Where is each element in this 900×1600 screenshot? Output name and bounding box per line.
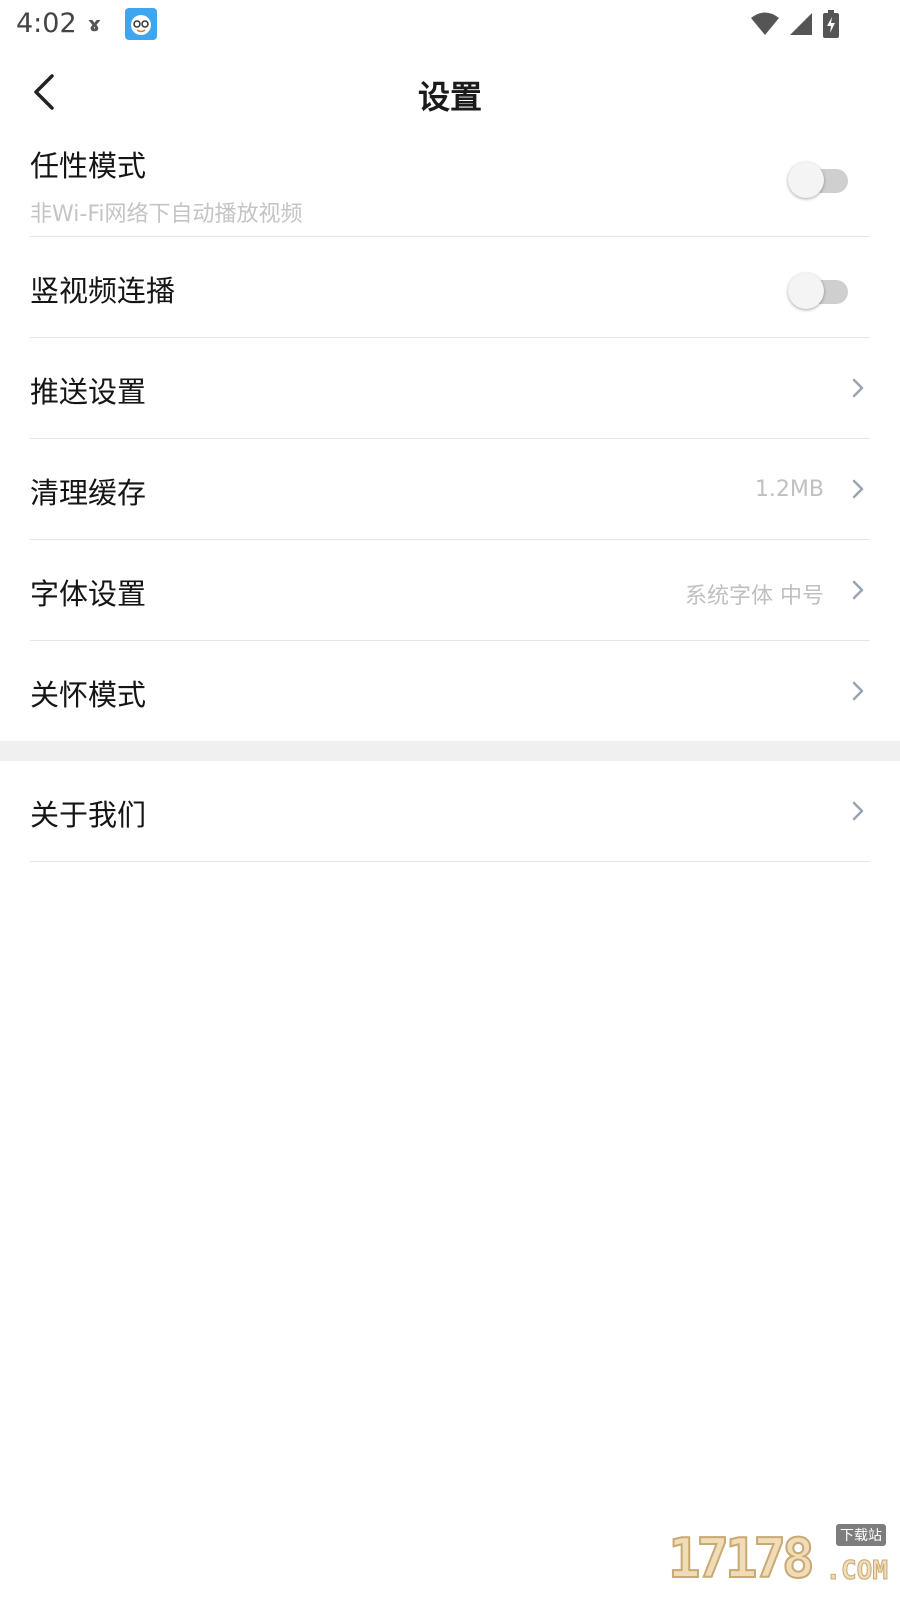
toggle-thumb [788, 162, 824, 198]
setting-label: 清理缓存 [30, 476, 147, 510]
font-setting-value: 系统字体 中号 [685, 584, 824, 609]
autoplay-toggle[interactable] [788, 162, 848, 198]
setting-row-push[interactable]: 推送设置 [30, 338, 870, 439]
site-watermark: 17178 下载站 .COM [667, 1524, 889, 1591]
status-icons [750, 8, 840, 40]
chevron-right-icon [852, 801, 864, 821]
watermark-domain: .COM [825, 1556, 889, 1587]
cell-signal-icon [790, 13, 812, 35]
setting-row-about-us[interactable]: 关于我们 [30, 761, 870, 862]
status-bar: 4:02 ɤ [0, 0, 900, 48]
chevron-right-icon [852, 378, 864, 398]
cache-size-value: 1.2MB [754, 477, 824, 502]
status-time: 4:02 [16, 8, 77, 39]
setting-label: 任性模式 [30, 149, 147, 183]
setting-row-wilful-mode[interactable]: 任性模式 非Wi-Fi网络下自动播放视频 [30, 130, 870, 237]
setting-label: 关怀模式 [30, 678, 147, 712]
setting-label: 关于我们 [30, 798, 147, 832]
section-divider [0, 741, 900, 761]
settings-list: 任性模式 非Wi-Fi网络下自动播放视频 竖视频连播 推送设置 清理缓存 1.2… [0, 130, 900, 862]
setting-label: 推送设置 [30, 375, 147, 409]
toggle-thumb [788, 273, 824, 309]
page-title: 设置 [417, 78, 482, 116]
setting-label: 竖视频连播 [30, 274, 176, 308]
notification-icon: ɤ [88, 12, 101, 36]
setting-row-vertical-video-autoplay[interactable]: 竖视频连播 [30, 237, 870, 338]
setting-label: 字体设置 [30, 577, 147, 611]
watermark-digits: 17178 [667, 1526, 816, 1591]
setting-row-care-mode[interactable]: 关怀模式 [30, 641, 870, 741]
chevron-right-icon [852, 681, 864, 701]
app-notification-icon [125, 8, 157, 40]
setting-description: 非Wi-Fi网络下自动播放视频 [30, 202, 303, 227]
chevron-right-icon [852, 580, 864, 600]
header: 设置 [0, 56, 900, 128]
setting-row-clear-cache[interactable]: 清理缓存 1.2MB [30, 439, 870, 540]
settings-screen: 4:02 ɤ 设置 任性模式 非Wi-Fi网络下自动播放视频 竖视频连播 推送设… [0, 0, 900, 1600]
battery-charging-icon [823, 10, 839, 38]
vertical-video-toggle[interactable] [788, 273, 848, 309]
setting-row-font[interactable]: 字体设置 系统字体 中号 [30, 540, 870, 641]
chevron-right-icon [852, 479, 864, 499]
wifi-icon [751, 12, 779, 35]
watermark-tag: 下载站 [836, 1524, 886, 1546]
